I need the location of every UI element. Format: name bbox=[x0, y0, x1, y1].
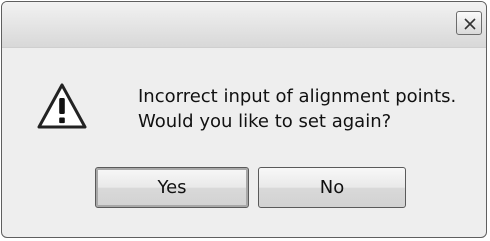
message-line-1: Incorrect input of alignment points. bbox=[138, 86, 457, 107]
message-line-2: Would you like to set again? bbox=[138, 111, 392, 132]
yes-button[interactable]: Yes bbox=[95, 167, 249, 208]
title-bar[interactable] bbox=[2, 2, 486, 48]
close-icon bbox=[464, 18, 476, 30]
no-button[interactable]: No bbox=[258, 167, 406, 208]
warning-icon bbox=[37, 83, 87, 129]
message-dialog: Incorrect input of alignment points. Wou… bbox=[1, 1, 487, 238]
close-button[interactable] bbox=[456, 11, 482, 35]
dialog-message: Incorrect input of alignment points. Wou… bbox=[138, 84, 483, 134]
